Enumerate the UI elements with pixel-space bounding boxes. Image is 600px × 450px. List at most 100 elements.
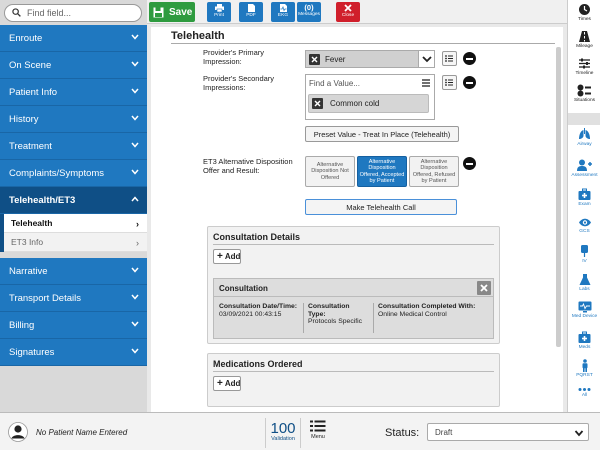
nav-item-label: Treatment <box>9 140 52 152</box>
column-divider <box>303 303 304 333</box>
top-toolbar: Save Print PDF EKG (0) Messages Close <box>147 0 567 24</box>
nav-item-billing[interactable]: Billing <box>0 312 147 339</box>
primary-impression-select[interactable]: Fever <box>305 50 435 68</box>
consultation-datetime: Consultation Date/Time: 03/09/2021 00:43… <box>219 303 301 318</box>
telehealth-subnav: Telehealth › ET3 Info › <box>0 214 147 252</box>
nav-item-enroute[interactable]: Enroute <box>0 25 147 52</box>
rail-times[interactable]: Times <box>568 3 600 22</box>
save-button[interactable]: Save <box>149 2 195 22</box>
rail-iv[interactable]: IV <box>568 244 600 264</box>
nav-item-history[interactable]: History <box>0 106 147 133</box>
nav-item-transport-details[interactable]: Transport Details <box>0 285 147 312</box>
remove-chip-button[interactable] <box>312 98 323 109</box>
secondary-impressions-input[interactable] <box>309 77 419 89</box>
chip-label: Common cold <box>330 99 380 108</box>
rail-timeline[interactable]: Timeline <box>568 57 600 76</box>
delete-consultation-button[interactable] <box>477 281 491 295</box>
nav-item-narrative[interactable]: Narrative <box>0 258 147 285</box>
consultation-card-header: Consultation <box>214 279 493 297</box>
nav-item-on-scene[interactable]: On Scene <box>0 52 147 79</box>
add-label: Add <box>224 379 241 388</box>
secondary-list-button[interactable] <box>442 75 457 90</box>
rail-label: Labs <box>579 287 590 292</box>
consultation-card-title: Consultation <box>219 284 268 293</box>
panel-divider <box>213 244 494 245</box>
plus-icon: + <box>217 250 223 262</box>
close-icon <box>314 100 321 107</box>
disposition-accepted-option[interactable]: Alternative Disposition Offered, Accepte… <box>357 156 407 187</box>
primary-dropdown-toggle[interactable] <box>418 51 434 67</box>
checklist-icon <box>577 84 591 97</box>
validation-button[interactable]: 100 Validation <box>265 418 301 448</box>
disposition-not-offered-option[interactable]: Alternative Disposition Not Offered <box>305 156 355 187</box>
nav-item-label: Complaints/Symptoms <box>9 167 105 179</box>
secondary-impressions-label: Provider's Secondary Impressions: <box>203 74 275 92</box>
ekg-button[interactable]: EKG <box>271 2 295 22</box>
panel-divider <box>213 371 494 372</box>
field-search-input[interactable] <box>27 6 137 20</box>
chevron-down-icon <box>574 430 584 437</box>
nav-item-complaints[interactable]: Complaints/Symptoms <box>0 160 147 187</box>
disposition-refused-option[interactable]: Alternative Disposition Offered, Refused… <box>409 156 459 187</box>
medications-ordered-title: Medications Ordered <box>213 359 303 369</box>
menu-button[interactable]: Menu <box>305 420 331 448</box>
bottom-status-bar: No Patient Name Entered 100 Validation M… <box>0 412 600 450</box>
messages-button[interactable]: (0) Messages <box>297 2 321 22</box>
rail-label: Med Device <box>571 314 598 319</box>
primary-list-button[interactable] <box>442 51 457 66</box>
remove-primary-button[interactable] <box>463 52 476 65</box>
rail-mileage[interactable]: Mileage <box>568 30 600 49</box>
consultation-card[interactable]: Consultation Consultation Date/Time: 03/… <box>213 278 494 339</box>
remove-secondary-button[interactable] <box>463 76 476 89</box>
nav-item-label: Patient Info <box>9 86 58 98</box>
add-consultation-button[interactable]: + Add <box>213 249 241 264</box>
list-icon <box>310 420 326 432</box>
rail-gcs[interactable]: GCS <box>568 217 600 234</box>
close-button[interactable]: Close <box>336 2 360 22</box>
consultation-type-key: Consultation Type: <box>308 303 350 318</box>
rail-label: IV <box>582 259 587 264</box>
rail-all[interactable]: All <box>568 387 600 398</box>
close-icon <box>344 4 352 12</box>
menu-label: Menu <box>311 434 325 440</box>
rail-assessment[interactable]: Assessment <box>568 159 600 178</box>
nav-item-signatures[interactable]: Signatures <box>0 339 147 366</box>
make-telehealth-call-button[interactable]: Make Telehealth Call <box>305 199 457 215</box>
preset-value-button[interactable]: Preset Value - Treat In Place (Telehealt… <box>305 126 459 142</box>
floppy-disk-icon <box>153 7 164 17</box>
rail-exam[interactable]: Exam <box>568 188 600 207</box>
more-dots-icon <box>578 388 591 391</box>
scrollbar[interactable] <box>556 47 561 347</box>
status-select[interactable]: Draft <box>427 423 589 441</box>
rail-situations[interactable]: Situations <box>568 84 600 103</box>
medkit-icon <box>578 188 591 200</box>
add-medication-button[interactable]: + Add <box>213 376 241 391</box>
avatar-icon[interactable] <box>8 422 28 442</box>
sliders-icon <box>579 58 590 69</box>
nav-item-telehealth-et3[interactable]: Telehealth/ET3 <box>0 187 147 214</box>
close-icon <box>480 284 488 292</box>
rail-med-device[interactable]: Med Device <box>568 301 600 319</box>
clock-icon <box>579 4 590 15</box>
plus-icon: + <box>217 377 223 389</box>
nav-item-label: Enroute <box>9 32 43 44</box>
clear-disposition-button[interactable] <box>463 157 476 170</box>
messages-count: (0) <box>304 3 314 12</box>
subnav-item-et3-info[interactable]: ET3 Info › <box>4 233 147 252</box>
nav-item-patient-info[interactable]: Patient Info <box>0 79 147 106</box>
hamburger-list-icon[interactable] <box>419 76 433 90</box>
clear-primary-button[interactable] <box>309 54 320 65</box>
rail-pqrst[interactable]: PQRST <box>568 359 600 378</box>
nav-item-treatment[interactable]: Treatment <box>0 133 147 160</box>
rail-labs[interactable]: Labs <box>568 273 600 292</box>
rail-meds[interactable]: Meds <box>568 331 600 350</box>
rail-airway[interactable]: Airway <box>568 128 600 147</box>
field-search-box[interactable] <box>4 4 142 22</box>
print-button[interactable]: Print <box>207 2 231 22</box>
print-label: Print <box>214 13 224 18</box>
chevron-down-icon <box>131 267 139 273</box>
chevron-down-icon <box>131 321 139 327</box>
subnav-item-label: Telehealth <box>11 218 53 228</box>
pdf-button[interactable]: PDF <box>239 2 263 22</box>
subnav-item-telehealth[interactable]: Telehealth › <box>4 214 147 233</box>
